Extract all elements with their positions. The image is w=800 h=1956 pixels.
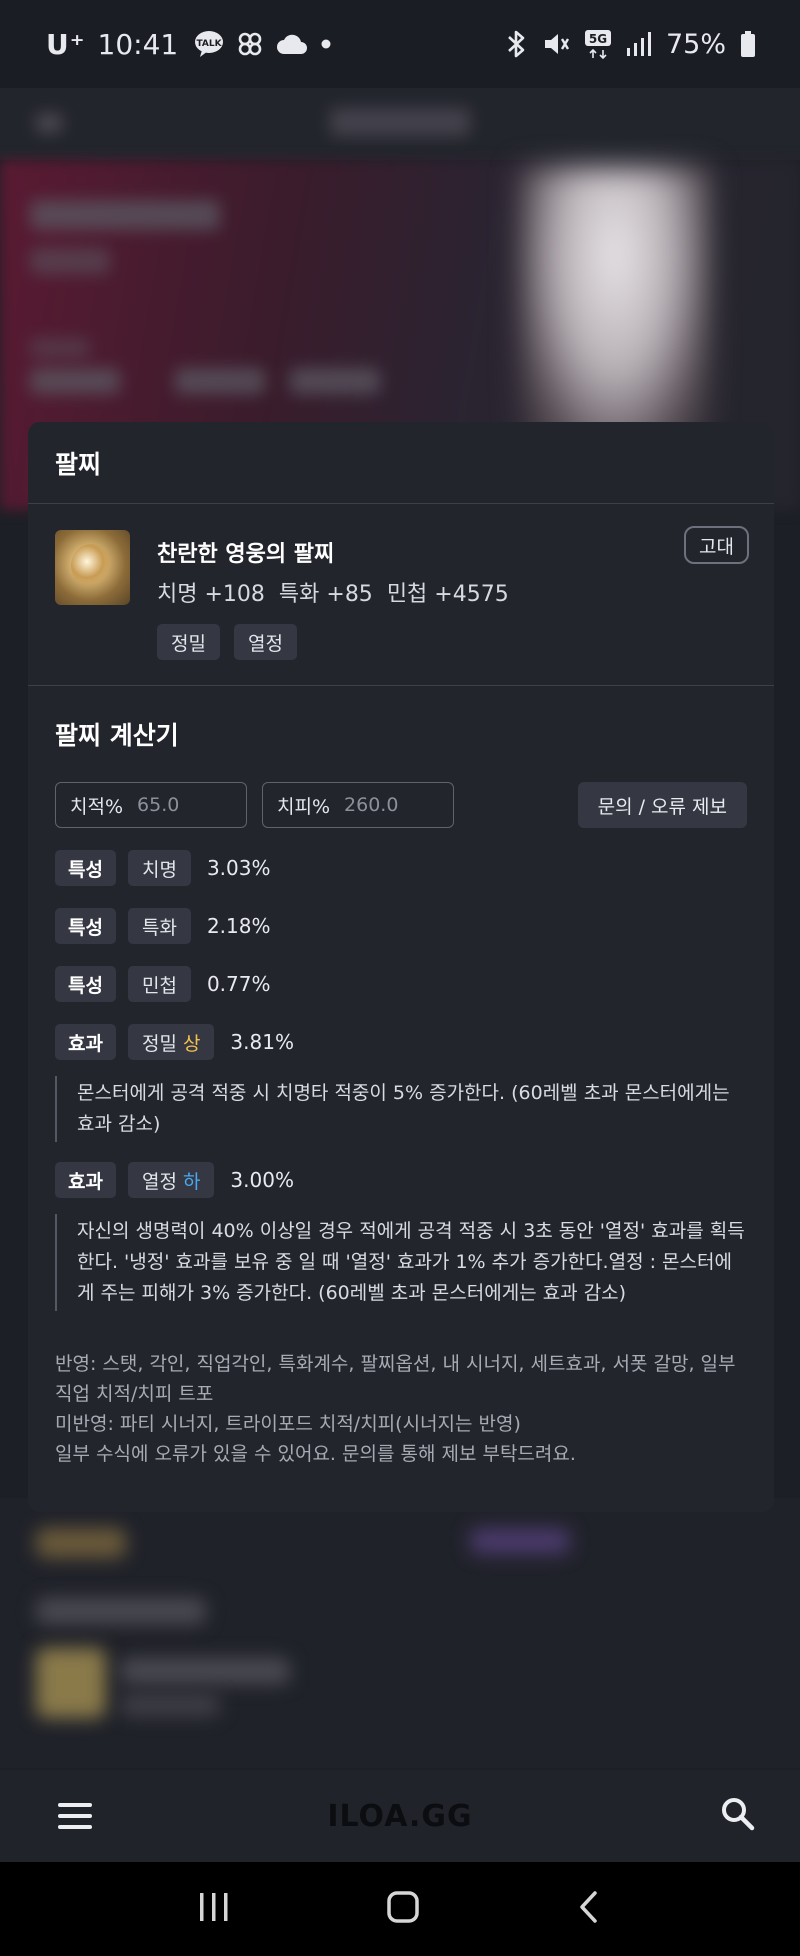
crit-damage-value[interactable]: 260.0 — [344, 794, 398, 816]
item-tag: 열정 — [233, 624, 297, 660]
result-name: 치명 — [127, 850, 191, 886]
background-header — [0, 88, 800, 160]
result-kind: 특성 — [55, 850, 116, 886]
crit-rate-label: 치적% — [70, 795, 124, 818]
modal-title: 팔찌 — [55, 449, 102, 479]
report-button[interactable]: 문의 / 오류 제보 — [577, 782, 747, 828]
brand-logo[interactable]: ILOA.GG — [0, 1799, 800, 1834]
effect-row: 효과 정밀 상 3.81% — [55, 1022, 747, 1062]
carrier-label: U⁺ — [46, 27, 86, 61]
item-stat: 치명 +108 — [157, 582, 265, 607]
effect-kind: 효과 — [55, 1024, 116, 1060]
recents-icon[interactable] — [196, 1890, 232, 1928]
item-stats: 치명 +108 특화 +85 민첩 +4575 — [157, 576, 509, 608]
dot-icon — [320, 38, 332, 50]
effect-description: 자신의 생명력이 40% 이상일 경우 적에게 공격 적중 시 3초 동안 '열… — [55, 1214, 747, 1311]
item-tag: 정밀 — [157, 624, 220, 660]
item-name: 찬란한 영웅의 팔찌 — [157, 542, 335, 567]
result-kind: 특성 — [55, 908, 116, 944]
effect-level: 하 — [182, 1170, 201, 1193]
crit-damage-field[interactable]: 치피% 260.0 — [262, 782, 454, 828]
battery-percent: 75% — [665, 28, 726, 60]
calculator-title: 팔찌 계산기 — [55, 721, 179, 750]
effect-kind: 효과 — [55, 1162, 116, 1198]
home-icon[interactable] — [385, 1889, 421, 1929]
calculator-notes: 반영: 스탯, 각인, 직업각인, 특화계수, 팔찌옵션, 내 시너지, 세트효… — [55, 1349, 747, 1469]
crit-damage-label: 치피% — [277, 795, 331, 818]
effect-level: 상 — [182, 1032, 201, 1055]
effect-description: 몬스터에게 공격 적중 시 치명타 적중이 5% 증가한다. (60레벨 초과 … — [55, 1076, 747, 1142]
result-value: 0.77% — [206, 972, 271, 996]
note-disclaimer: 일부 수식에 오류가 있을 수 있어요. 문의를 통해 제보 부탁드려요. — [55, 1443, 576, 1465]
effect-value: 3.81% — [230, 1030, 294, 1054]
effect-name: 열정 — [141, 1170, 177, 1193]
result-row: 특성 민첩 0.77% — [55, 964, 747, 1004]
result-value: 2.18% — [206, 914, 271, 938]
pinwheel-icon — [236, 30, 264, 58]
effect-name-chip: 정밀 상 — [127, 1024, 215, 1060]
crit-rate-value[interactable]: 65.0 — [137, 794, 179, 816]
background-lower-section — [0, 1498, 800, 1768]
battery-icon — [740, 30, 756, 58]
result-row: 특성 특화 2.18% — [55, 906, 747, 946]
cloud-icon — [276, 32, 308, 56]
svg-text:TALK: TALK — [197, 39, 223, 49]
modal-header: 팔찌 — [28, 422, 774, 504]
result-name: 민첩 — [127, 966, 191, 1002]
result-name: 특화 — [127, 908, 191, 944]
back-icon[interactable] — [574, 1889, 604, 1929]
clock: 10:41 — [97, 27, 179, 61]
bracelet-calculator: 팔찌 계산기 치적% 65.0 치피% 260.0 문의 / 오류 제보 특성 … — [28, 686, 774, 1469]
effect-row: 효과 열정 하 3.00% — [55, 1160, 747, 1200]
bottom-app-bar: ILOA.GG — [0, 1770, 800, 1862]
crit-rate-field[interactable]: 치적% 65.0 — [55, 782, 247, 828]
system-nav-bar — [0, 1862, 800, 1956]
note-applied: 반영: 스탯, 각인, 직업각인, 특화계수, 팔찌옵션, 내 시너지, 세트효… — [55, 1353, 736, 1405]
svg-text:5G: 5G — [589, 32, 607, 46]
bluetooth-icon — [506, 29, 528, 59]
result-kind: 특성 — [55, 966, 116, 1002]
bracelet-modal: 팔찌 찬란한 영웅의 팔찌 치명 +108 특화 +85 민첩 +4575 정밀… — [28, 422, 774, 1512]
bracelet-item: 찬란한 영웅의 팔찌 치명 +108 특화 +85 민첩 +4575 정밀 열정… — [28, 504, 774, 686]
grade-badge: 고대 — [684, 526, 749, 564]
item-stat: 민첩 +4575 — [386, 582, 509, 607]
status-bar: U⁺ 10:41 TALK 5G 75% — [0, 0, 800, 88]
calculator-inputs: 치적% 65.0 치피% 260.0 문의 / 오류 제보 — [55, 782, 747, 828]
talk-icon: TALK — [194, 30, 224, 58]
item-tags: 정밀 열정 — [157, 624, 297, 660]
effect-name: 정밀 — [141, 1032, 177, 1055]
result-row: 특성 치명 3.03% — [55, 848, 747, 888]
item-stat: 특화 +85 — [278, 582, 373, 607]
note-not-applied: 미반영: 파티 시너지, 트라이포드 치적/치피(시너지는 반영) — [55, 1413, 521, 1435]
effect-name-chip: 열정 하 — [127, 1162, 215, 1198]
mute-icon — [542, 30, 570, 58]
5g-icon: 5G — [584, 29, 612, 59]
signal-icon — [626, 31, 652, 57]
background-character — [520, 168, 710, 458]
effect-value: 3.00% — [230, 1168, 294, 1192]
result-value: 3.03% — [206, 856, 271, 880]
bracelet-thumbnail — [55, 530, 130, 605]
